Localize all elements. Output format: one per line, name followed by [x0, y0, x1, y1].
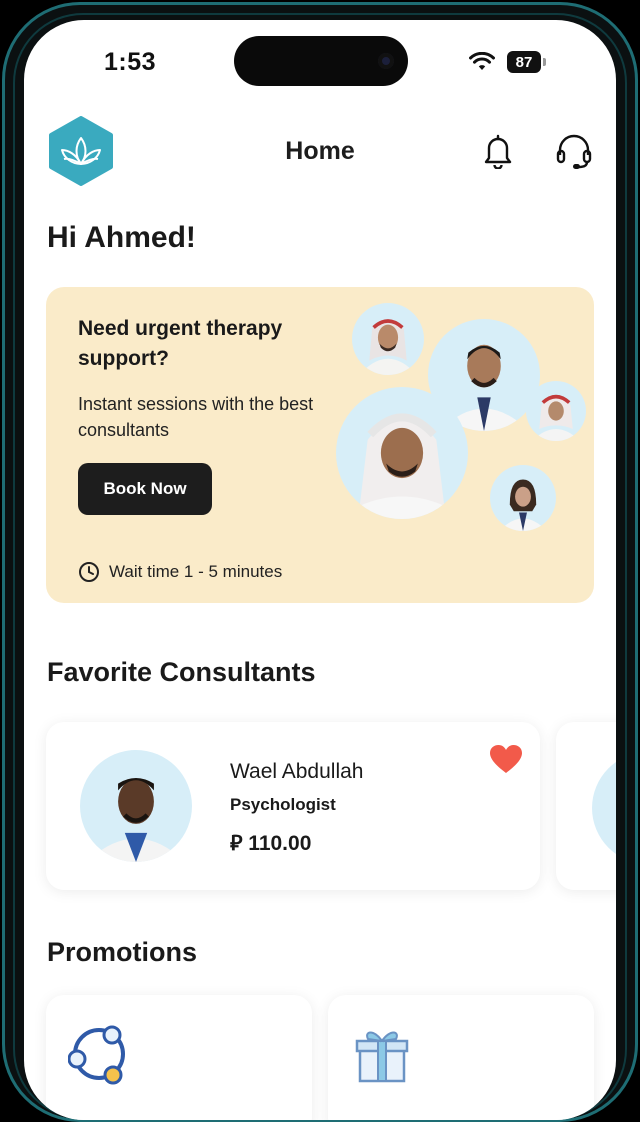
page-title: Home	[285, 137, 355, 165]
book-now-button[interactable]: Book Now	[78, 463, 212, 515]
consultant-role: Psychologist	[230, 795, 336, 814]
favorites-title: Favorite Consultants	[47, 657, 316, 687]
avatar	[592, 752, 616, 864]
banner-subtitle: Instant sessions with the best consultan…	[78, 394, 314, 440]
status-time: 1:53	[104, 48, 157, 76]
consultant-card[interactable]: Wael Abdullah Psychologist ⃁ 110.00	[46, 722, 540, 890]
promotion-card[interactable]	[46, 995, 312, 1120]
urgent-therapy-banner: Need urgent therapy support? Instant ses…	[46, 287, 594, 603]
heart-icon[interactable]	[489, 744, 523, 774]
wait-time-label: Wait time 1 - 5 minutes	[109, 562, 283, 581]
screen: 1:53 87 Home Hi Ahmed! Need urgent thera…	[24, 20, 616, 1120]
wifi-icon	[469, 52, 495, 70]
wait-time: Wait time 1 - 5 minutes	[78, 561, 282, 583]
promotions-title: Promotions	[47, 937, 198, 967]
dynamic-island	[234, 36, 408, 86]
gift-icon	[355, 1031, 409, 1083]
consultant-card-peek[interactable]	[556, 722, 616, 890]
consultant-photo	[352, 303, 424, 375]
network-icon	[68, 1025, 125, 1085]
headset-icon[interactable]	[555, 133, 593, 169]
banner-title: Need urgent therapy support?	[78, 317, 283, 370]
battery-tip	[543, 58, 546, 66]
consultant-price: ⃁ 110.00	[230, 832, 312, 855]
greeting: Hi Ahmed!	[47, 221, 196, 254]
clock-icon	[79, 562, 99, 582]
consultant-photo	[336, 387, 468, 519]
promotion-card[interactable]	[328, 995, 594, 1120]
camera	[378, 53, 394, 69]
avatar	[80, 750, 192, 862]
consultant-photo	[490, 465, 556, 531]
consultant-name: Wael Abdullah	[230, 760, 364, 783]
battery-indicator: 87	[507, 51, 541, 73]
bell-icon[interactable]	[480, 133, 516, 169]
consultant-photo	[526, 381, 586, 441]
